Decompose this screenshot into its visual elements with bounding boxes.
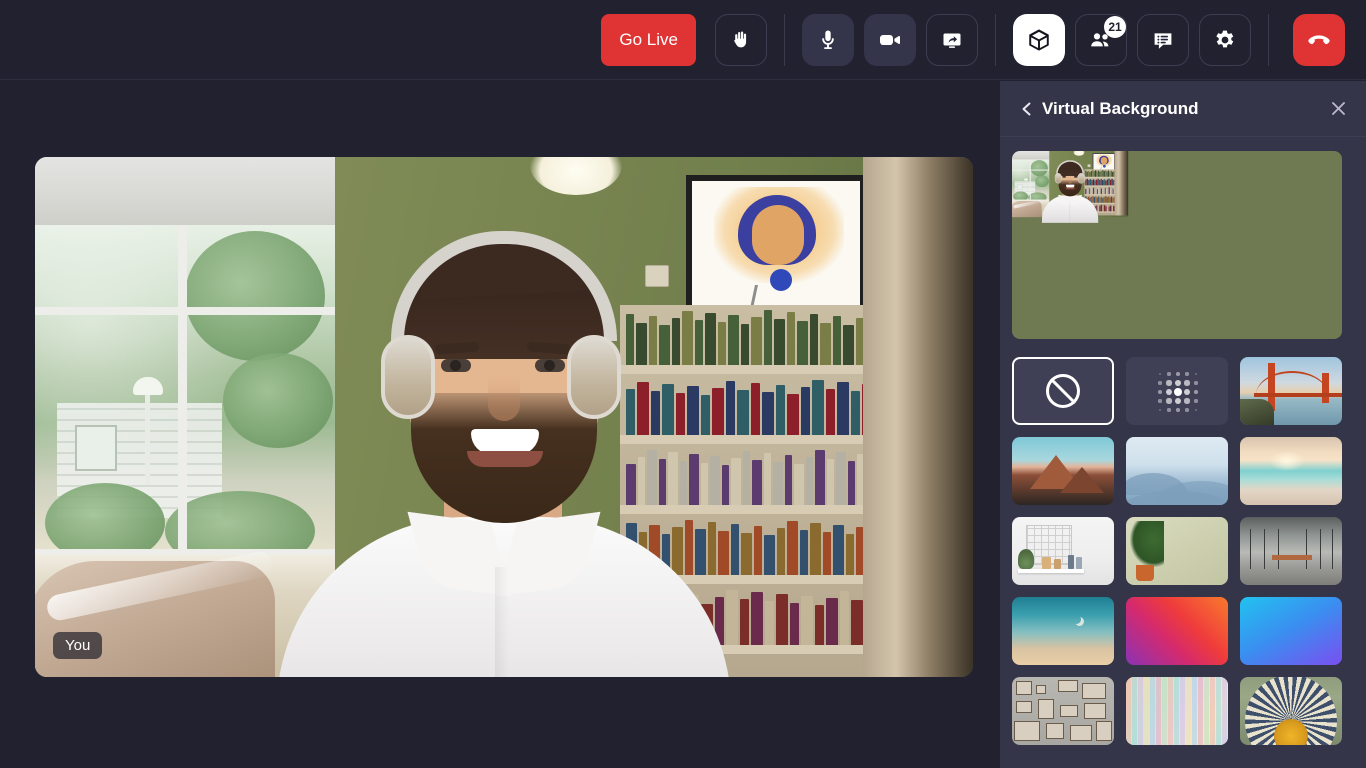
wall-art-face	[752, 205, 804, 265]
effects-button[interactable]	[1013, 13, 1065, 66]
blur-icon	[1156, 370, 1198, 412]
nose	[1068, 177, 1073, 184]
screen-share-icon	[940, 28, 964, 52]
participants-count-badge: 21	[1104, 15, 1126, 38]
leave-call-button[interactable]	[1293, 13, 1345, 66]
background-option-oliveplant[interactable]	[1126, 517, 1228, 585]
eye-left	[1062, 176, 1066, 178]
lower-lip	[467, 451, 543, 467]
chat-button[interactable]	[1137, 13, 1189, 66]
background-option-office[interactable]	[1240, 517, 1342, 585]
no-background-icon	[1046, 374, 1080, 408]
background-option-gradblue[interactable]	[1240, 597, 1342, 665]
camera-button[interactable]	[864, 13, 916, 66]
panel-title: Virtual Background	[1042, 98, 1199, 118]
chevron-left-icon[interactable]	[1016, 98, 1038, 120]
exterior-lamp-post	[1025, 179, 1027, 192]
background-option-fan[interactable]	[1240, 677, 1342, 745]
close-icon[interactable]	[1326, 97, 1350, 121]
cube-icon	[1026, 27, 1052, 53]
chat-icon	[1151, 28, 1175, 52]
background-option-watercolor[interactable]	[1126, 677, 1228, 745]
headphone-cup-left	[381, 335, 435, 419]
headphones-band	[1056, 160, 1085, 174]
toolbar-divider-1	[784, 13, 785, 66]
exterior-sign	[75, 425, 117, 471]
toolbar-divider-2	[995, 13, 996, 66]
virtual-background-panel: Virtual Background	[1000, 81, 1366, 768]
wall-art-ball	[1103, 164, 1106, 168]
background-option-bridge[interactable]	[1240, 357, 1342, 425]
window-mullion	[178, 225, 187, 555]
person	[269, 217, 739, 677]
background-option-whiteroom[interactable]	[1012, 517, 1114, 585]
background-option-gradred[interactable]	[1126, 597, 1228, 665]
eye-left	[441, 359, 471, 372]
background-option-mountain[interactable]	[1012, 437, 1114, 505]
headphone-cup-right	[567, 335, 621, 419]
video-camera-icon	[877, 27, 903, 53]
self-video-tile[interactable]: You	[35, 157, 973, 677]
wall-art-face	[1100, 156, 1108, 165]
lower-lip	[1065, 187, 1075, 190]
eye-right	[535, 359, 565, 372]
settings-button[interactable]	[1199, 13, 1251, 66]
person	[1041, 158, 1099, 223]
self-video-preview	[1012, 151, 1342, 339]
preview-video-scene	[1012, 151, 1342, 339]
share-screen-button[interactable]	[926, 13, 978, 66]
background-options-grid	[1012, 357, 1354, 745]
nose	[488, 375, 520, 421]
raise-hand-button[interactable]	[715, 13, 767, 66]
top-toolbar: Go Live 21	[0, 0, 1366, 80]
background-option-blur[interactable]	[1126, 357, 1228, 425]
window-mullion	[1029, 159, 1031, 201]
video-scene	[1012, 151, 1129, 223]
shirt-placket	[1068, 201, 1071, 223]
exterior-lamp-post	[145, 390, 150, 485]
headphones-band	[391, 231, 617, 341]
door-frame	[863, 157, 973, 677]
shirt-placket	[495, 567, 509, 677]
panel-header: Virtual Background	[1000, 81, 1366, 137]
background-option-coffeewall[interactable]	[1012, 677, 1114, 745]
headphone-cup-left	[1054, 173, 1062, 184]
headphone-cup-right	[1077, 173, 1085, 184]
toolbar-divider-3	[1268, 13, 1269, 66]
participants-button[interactable]: 21	[1075, 13, 1127, 66]
microphone-icon	[816, 28, 840, 52]
exterior-lamp-head	[133, 377, 163, 395]
window-blind	[35, 157, 335, 225]
self-name-label: You	[53, 632, 103, 659]
video-scene	[35, 157, 973, 677]
exterior-lamp-head	[1024, 178, 1028, 181]
panel-body	[1000, 137, 1366, 745]
background-option-beach[interactable]	[1240, 437, 1342, 505]
background-option-fog[interactable]	[1126, 437, 1228, 505]
gear-icon	[1213, 28, 1237, 52]
background-option-skyline[interactable]	[1012, 597, 1114, 665]
hangup-phone-icon	[1306, 27, 1332, 53]
go-live-button[interactable]: Go Live	[601, 13, 696, 66]
wall-art-ball	[770, 269, 792, 291]
microphone-button[interactable]	[802, 13, 854, 66]
hand-icon	[729, 28, 753, 52]
exterior-sign	[1016, 184, 1023, 190]
door-frame	[1114, 151, 1129, 216]
video-stage: You	[0, 81, 1000, 768]
background-option-none[interactable]	[1012, 357, 1114, 425]
